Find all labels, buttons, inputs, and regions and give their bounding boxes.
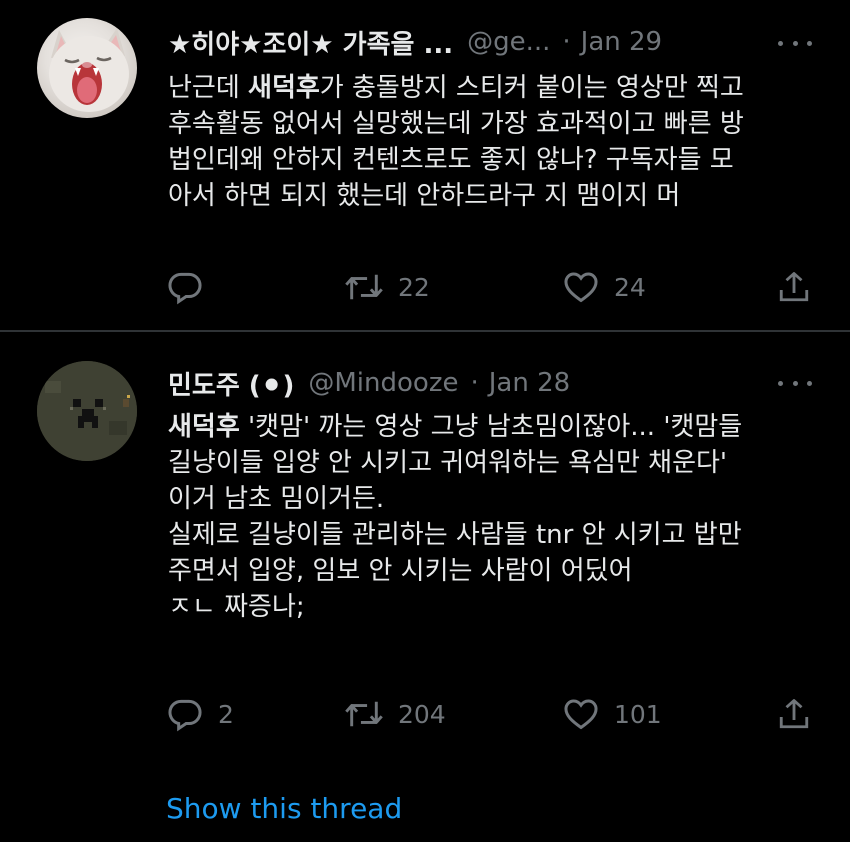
tweet-text-line: 이거 남초 밈이거든. [168,484,385,514]
tweet-divider [0,330,850,332]
show-thread-link[interactable]: Show this thread [166,792,402,825]
display-name[interactable]: ★히야★조이★ 가족을 ... [168,24,453,61]
more-dot [807,40,812,46]
tweet-text-line: 후속활동 없어서 실망했는데 가장 효과적이고 빠른 방 [168,109,744,139]
tweet-header: 민도주 (⚫) @Mindooze · Jan 28 [168,363,570,403]
cat-yawning-icon [49,28,129,112]
reply-button[interactable]: 2 [166,694,234,734]
tweet-text-line: 새덕후 '캣맘' 까는 영상 그냥 남초밈이잖아... '캣맘들 [168,409,818,445]
like-count: 101 [614,699,662,729]
tweet-actions: 2 204 101 [0,694,850,734]
avatar[interactable] [37,18,137,118]
tweet-date[interactable]: Jan 29 [581,27,662,57]
like-count: 24 [614,272,646,302]
more-dot [792,380,798,386]
retweet-icon [345,274,383,300]
avatar[interactable] [37,361,137,461]
separator-dot: · [470,368,479,398]
reply-icon [168,699,202,732]
user-handle[interactable]: @ge... [467,27,550,57]
reply-icon [168,272,202,305]
tweet-text-line: 주면서 입양, 임보 안 시키는 사람이 어딨어 [168,556,633,586]
like-button[interactable]: 101 [562,694,662,734]
display-name[interactable]: 민도주 (⚫) [168,365,294,402]
tweet-text-line: 난근데 새덕후가 충돌방지 스티커 붙이는 영상만 찍고 [168,70,818,106]
tweet-text-line: 길냥이들 입양 안 시키고 귀여워하는 욕심만 채운다' [168,448,728,478]
reply-count: 2 [218,699,234,729]
more-dot [778,380,783,386]
tweet-text-line: 아서 하면 되지 했는데 안하드라구 지 맴이지 머 [168,181,681,211]
more-options-icon[interactable] [778,33,812,53]
retweet-count: 204 [398,699,446,729]
hashtag-keyword: 새덕후 [248,73,320,103]
retweet-icon [345,701,383,727]
retweet-button[interactable]: 204 [344,694,446,734]
reply-button[interactable] [166,267,218,307]
tweet-text-line: 실제로 길냥이들 관리하는 사람들 tnr 안 시키고 밥만 [168,520,742,550]
tweet-text-line: 법인데왜 안하지 컨텐츠로도 좋지 않나? 구독자들 모 [168,145,734,175]
tweet-actions: 22 24 [0,267,850,307]
tweet-text: 난근데 새덕후가 충돌방지 스티커 붙이는 영상만 찍고 후속활동 없어서 실망… [168,70,818,214]
share-button[interactable] [776,267,812,307]
hashtag-keyword: 새덕후 [168,412,240,442]
pixel-face-icon [37,361,137,461]
tweet-text-line: ㅈㄴ 짜증나; [168,592,305,622]
user-handle[interactable]: @Mindooze [308,368,458,398]
more-dot [792,40,798,46]
text-segment: 난근데 [168,73,249,103]
tweet[interactable]: 민도주 (⚫) @Mindooze · Jan 28 새덕후 '캣맘' 까는 영… [0,333,850,842]
share-icon [779,699,809,729]
tweet-header: ★히야★조이★ 가족을 ... @ge... · Jan 29 [168,22,662,62]
like-button[interactable]: 24 [562,267,646,307]
more-dot [807,380,812,386]
share-icon [779,272,809,302]
heart-icon [564,699,598,730]
retweet-button[interactable]: 22 [344,267,430,307]
heart-icon [564,272,598,303]
tweet-text: 새덕후 '캣맘' 까는 영상 그냥 남초밈이잖아... '캣맘들 길냥이들 입양… [168,409,818,625]
separator-dot: · [562,27,571,57]
tweet-date[interactable]: Jan 28 [489,368,570,398]
text-segment: 가 충돌방지 스티커 붙이는 영상만 찍고 [319,73,744,103]
text-segment: '캣맘' 까는 영상 그냥 남초밈이잖아... '캣맘들 [239,412,743,442]
retweet-count: 22 [398,272,430,302]
more-options-icon[interactable] [778,373,812,393]
share-button[interactable] [776,694,812,734]
tweet[interactable]: ★히야★조이★ 가족을 ... @ge... · Jan 29 난근데 새덕후가… [0,0,850,330]
more-dot [778,40,783,46]
